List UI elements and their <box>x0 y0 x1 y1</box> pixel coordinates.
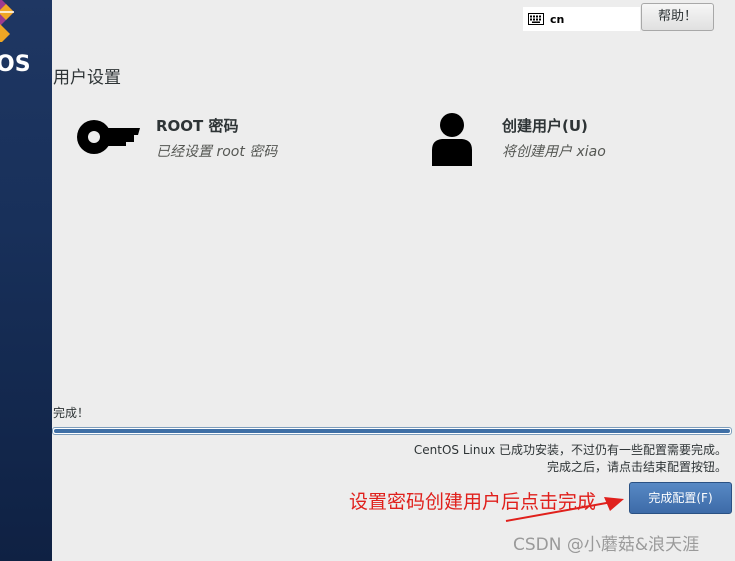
spoke-status: 将创建用户 xiao <box>502 144 606 160</box>
progress-fill <box>54 429 730 433</box>
notice-line: CentOS Linux 已成功安装，不过仍有一些配置需要完成。 <box>413 443 727 457</box>
annotation-arrow-icon <box>505 497 624 522</box>
brand-sidebar: OS <box>0 0 52 561</box>
progress-label: 完成！ <box>53 406 90 420</box>
watermark: CSDN @小蘑菇&浪天涯 <box>513 535 700 555</box>
centos-logo-icon <box>0 0 14 42</box>
brand-text: OS <box>0 52 31 77</box>
finish-configuration-button[interactable]: 完成配置(F) <box>629 482 732 514</box>
section-title: 用户设置 <box>53 68 121 88</box>
keyboard-icon <box>528 13 544 25</box>
notice-line: 完成之后，请点击结束配置按钮。 <box>546 460 727 474</box>
completion-notice: CentOS Linux 已成功安装，不过仍有一些配置需要完成。 完成之后，请点… <box>327 442 727 476</box>
spoke-root-password[interactable]: ROOT 密码 已经设置 root 密码 <box>74 112 277 168</box>
spoke-title: 创建用户(U) <box>502 117 588 135</box>
install-progress-bar <box>52 427 732 435</box>
keyboard-layout-label: cn <box>550 12 565 26</box>
spoke-title: ROOT 密码 <box>156 117 239 135</box>
help-button[interactable]: 帮助！ <box>641 3 714 31</box>
keyboard-layout-indicator[interactable]: cn <box>523 7 640 31</box>
user-icon <box>432 113 472 166</box>
key-icon <box>77 120 140 154</box>
spoke-status: 已经设置 root 密码 <box>156 144 278 160</box>
spoke-create-user[interactable]: 创建用户(U) 将创建用户 xiao <box>428 112 606 168</box>
